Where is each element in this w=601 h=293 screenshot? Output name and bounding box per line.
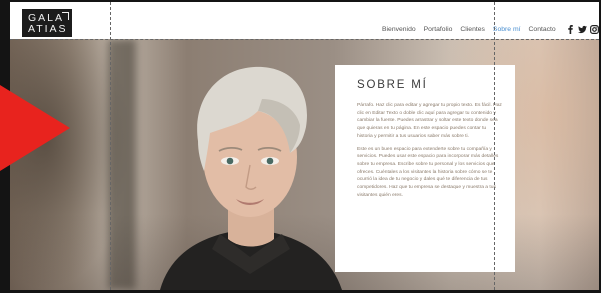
logo-line-2: ATIAS	[28, 22, 68, 35]
website-editor-canvas: GALA ATIAS Bienvenido Portafolio Cliente…	[10, 2, 599, 290]
nav-item-portafolio[interactable]: Portafolio	[424, 26, 453, 33]
site-logo[interactable]: GALA ATIAS	[22, 9, 72, 37]
about-paragraph-2[interactable]: Este es un buen espacio para extenderte …	[357, 146, 503, 200]
twitter-icon[interactable]	[577, 25, 587, 34]
nav-item-contacto[interactable]: Contacto	[529, 26, 556, 33]
editor-guide-vertical-right	[494, 2, 495, 290]
about-text-box[interactable]: SOBRE MÍ Párrafo. Haz clic para editar y…	[335, 65, 515, 272]
social-bar	[566, 24, 599, 34]
nav-item-clientes[interactable]: Clientes	[460, 26, 485, 33]
portrait-photo[interactable]	[150, 49, 350, 290]
logo-bracket-mark	[62, 12, 69, 20]
about-title[interactable]: SOBRE MÍ	[357, 79, 503, 91]
instagram-icon[interactable]	[589, 24, 599, 34]
nav-item-sobre-mi[interactable]: Sobre mí	[493, 26, 521, 33]
main-nav: Bienvenido Portafolio Clientes Sobre mí …	[382, 24, 599, 34]
red-arrow-pointer	[0, 85, 70, 171]
facebook-icon[interactable]	[566, 24, 575, 34]
site-header: GALA ATIAS Bienvenido Portafolio Cliente…	[10, 2, 599, 39]
nav-item-bienvenido[interactable]: Bienvenido	[382, 26, 416, 33]
iris-left	[226, 157, 234, 165]
iris-right	[266, 157, 274, 165]
editor-guide-vertical-left	[110, 2, 111, 290]
editor-guide-horizontal	[10, 39, 599, 40]
hero-strip: SOBRE MÍ Párrafo. Haz clic para editar y…	[10, 39, 599, 290]
about-paragraph-1[interactable]: Párrafo. Haz clic para editar y agregar …	[357, 102, 503, 141]
